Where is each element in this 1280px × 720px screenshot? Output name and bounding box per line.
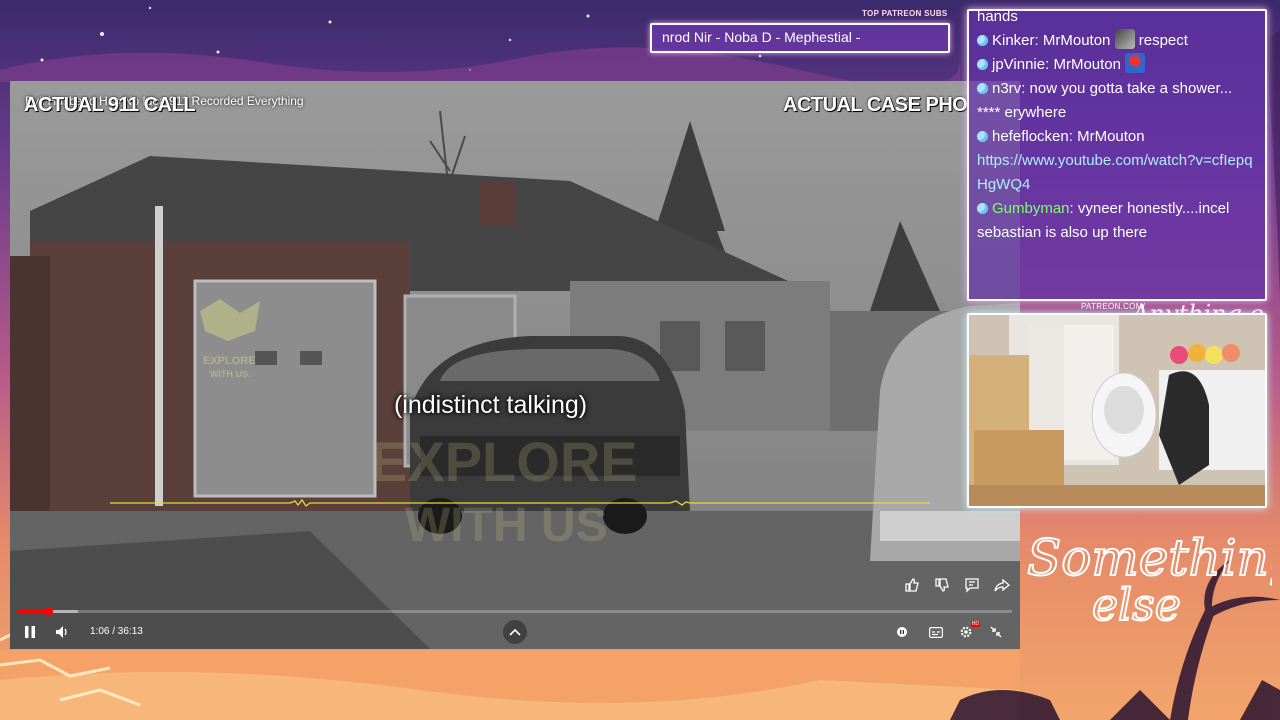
- chat-username[interactable]: Gumbyman: [992, 200, 1070, 217]
- video-actions: [904, 577, 1010, 593]
- scrubber-knob[interactable]: [43, 607, 53, 616]
- player-controls: 1:06 / 36:13 HD: [10, 601, 1020, 649]
- video-frame: EXPLORE WITH US. EXPLORE WITH US: [10, 81, 1020, 649]
- chat-text: hands: [977, 9, 1018, 25]
- svg-text:Something: Something: [1027, 529, 1272, 587]
- time-display: 1:06 / 36:13: [90, 626, 143, 637]
- cc-icon: [929, 626, 943, 638]
- chat-username[interactable]: jpVinnie: [992, 56, 1045, 73]
- stream-chat[interactable]: hands Kinker: MrMouton respect jpVinnie:…: [967, 9, 1267, 301]
- chat-message: Kinker: MrMouton respect: [977, 29, 1257, 53]
- webcam-scene: [969, 315, 1265, 506]
- chat-text: MrMouton: [1042, 32, 1111, 49]
- like-icon[interactable]: [904, 577, 920, 593]
- chat-badge-icon: [977, 59, 988, 70]
- chat-username[interactable]: hefeflocken: [992, 128, 1069, 145]
- patreon-ticker-text: nrod Nir - Noba D - Mephestial -: [662, 29, 861, 45]
- volume-icon: [56, 626, 67, 638]
- gear-icon: [960, 626, 972, 638]
- chat-text: MrMouton: [1053, 56, 1121, 73]
- something-else-logo: Something else: [1026, 528, 1272, 632]
- webcam-feed: [967, 313, 1267, 508]
- mute-button[interactable]: [50, 620, 74, 644]
- patreon-url-label: PATREON.COM/: [1081, 302, 1146, 311]
- chat-messages: hands Kinker: MrMouton respect jpVinnie:…: [977, 9, 1257, 245]
- progress-bar[interactable]: [18, 607, 1012, 616]
- chat-username[interactable]: n3rv: [992, 80, 1021, 97]
- chat-text: MrMouton: [1077, 128, 1145, 145]
- chat-badge-icon: [977, 35, 988, 46]
- hd-badge: HD: [970, 621, 980, 627]
- svg-text:else: else: [1092, 580, 1181, 631]
- svg-text:EXPLORE: EXPLORE: [203, 355, 256, 367]
- exit-fullscreen-button[interactable]: [984, 620, 1008, 644]
- comments-icon[interactable]: [964, 577, 980, 593]
- pause-button[interactable]: [18, 620, 42, 644]
- chevron-up-icon: [509, 628, 521, 636]
- chat-link[interactable]: https://www.youtube.com/watch?v=cfIepqHg…: [977, 152, 1253, 193]
- svg-text:EXPLORE: EXPLORE: [370, 430, 638, 493]
- settings-button[interactable]: HD: [954, 620, 980, 644]
- audio-waveform: [110, 498, 930, 507]
- chat-badge-icon: [977, 83, 988, 94]
- overlay-911-call: ACTUAL 911 CALL: [24, 94, 196, 116]
- expand-up-button[interactable]: [503, 620, 527, 644]
- chat-message: hefeflocken: MrMouton https://www.youtub…: [977, 128, 1253, 193]
- mario-emote-icon: [1125, 53, 1146, 73]
- share-icon[interactable]: [994, 577, 1010, 593]
- chat-badge-icon: [977, 203, 988, 214]
- ghost-emote-icon: [1114, 29, 1135, 49]
- autoplay-toggle[interactable]: [890, 620, 914, 644]
- chat-message: jpVinnie: MrMouton: [977, 53, 1257, 77]
- patreon-subs-label: TOP PATREON SUBS: [862, 9, 948, 18]
- chat-badge-icon: [977, 131, 988, 142]
- patreon-ticker: nrod Nir - Noba D - Mephestial -: [650, 23, 950, 53]
- dislike-icon[interactable]: [934, 577, 950, 593]
- video-player[interactable]: EXPLORE WITH US. EXPLORE WITH US Evil Hu…: [10, 81, 1020, 649]
- chat-message: hands: [977, 9, 1257, 29]
- exit-fullscreen-icon: [990, 626, 1002, 638]
- chat-message: n3rv: now you gotta take a shower... ***…: [977, 80, 1233, 121]
- pause-icon: [25, 626, 35, 638]
- svg-text:WITH US.: WITH US.: [210, 369, 251, 379]
- chat-message: Gumbyman: vyneer honestly....incel sebas…: [977, 200, 1230, 241]
- chat-text: respect: [1138, 32, 1188, 49]
- chat-username[interactable]: Kinker: [992, 32, 1035, 49]
- subtitle-caption: (indistinct talking): [394, 391, 588, 419]
- autoplay-icon: [897, 627, 907, 637]
- overlay-case-photo: ACTUAL CASE PHO: [783, 94, 968, 116]
- subtitles-button[interactable]: [924, 620, 948, 644]
